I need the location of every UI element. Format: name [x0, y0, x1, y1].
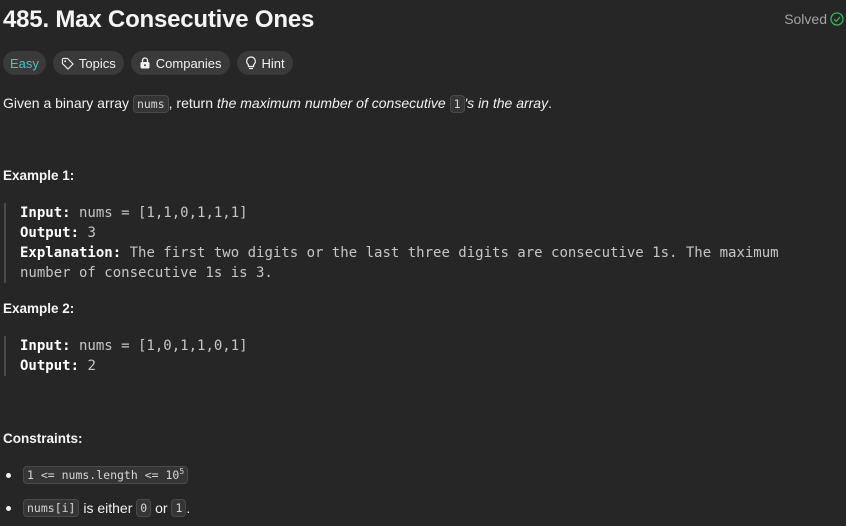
desc-text: Given a binary array	[3, 95, 133, 111]
constraint-text: is either	[79, 500, 137, 516]
superscript: 5	[179, 467, 185, 477]
constraint-code: nums[i]	[23, 499, 80, 517]
bullet	[6, 472, 11, 478]
example-2-heading: Example 2:	[3, 301, 75, 316]
topics-button[interactable]: Topics	[52, 51, 124, 75]
input-value: nums = [1,0,1,1,0,1]	[70, 338, 248, 354]
example-2-block: Input: nums = [1,0,1,1,0,1] Output: 2	[4, 336, 826, 376]
input-value: nums = [1,1,0,1,1,1]	[70, 205, 248, 221]
constraint-code: 1	[171, 499, 187, 517]
check-circle-icon	[830, 12, 844, 26]
example-2-output: Output: 2	[20, 356, 826, 376]
constraint-text: .	[186, 500, 191, 516]
problem-title: 485. Max Consecutive Ones	[3, 6, 315, 33]
constraint-item: 1 <= nums.length <= 105	[3, 466, 189, 484]
output-label: Output:	[20, 225, 80, 241]
inline-code: nums	[132, 95, 169, 113]
companies-label: Companies	[155, 55, 222, 71]
inline-code: 1	[449, 95, 465, 113]
constraint-item: nums[i] is either 0 or 1.	[3, 499, 190, 517]
output-value: 3	[79, 225, 96, 241]
topics-label: Topics	[78, 55, 116, 71]
example-1-block: Input: nums = [1,1,0,1,1,1] Output: 3 Ex…	[4, 203, 826, 283]
output-value: 2	[79, 358, 96, 374]
hint-label: Hint	[261, 55, 285, 71]
desc-emphasis: 's in the array	[464, 95, 549, 111]
desc-text: .	[548, 95, 552, 111]
example-1-heading: Example 1:	[3, 168, 75, 183]
input-label: Input:	[20, 338, 71, 354]
tag-row: Easy Topics Companies Hint	[3, 51, 293, 75]
lock-icon	[139, 57, 151, 69]
example-1-input: Input: nums = [1,1,0,1,1,1]	[20, 203, 826, 223]
constraint-code: 1 <= nums.length <= 105	[23, 466, 189, 484]
solved-label: Solved	[784, 11, 827, 27]
solved-status: Solved	[784, 11, 844, 27]
constraints-heading: Constraints:	[3, 431, 83, 446]
explanation-value: The first two digits or the last three d…	[20, 245, 779, 281]
companies-button[interactable]: Companies	[130, 51, 230, 75]
desc-text: , return	[168, 95, 217, 111]
example-1-output: Output: 3	[20, 223, 826, 243]
lightbulb-icon	[245, 56, 257, 70]
constraint-text: or	[151, 500, 172, 516]
tag-icon	[61, 57, 74, 70]
constraint-code: 0	[136, 499, 152, 517]
explanation-label: Explanation:	[20, 245, 122, 261]
bullet	[6, 505, 11, 511]
hint-button[interactable]: Hint	[236, 51, 293, 75]
example-2-input: Input: nums = [1,0,1,1,0,1]	[20, 336, 826, 356]
example-1-explanation: Explanation: The first two digits or the…	[20, 243, 826, 283]
problem-description: Given a binary array nums, return the ma…	[3, 93, 552, 114]
input-label: Input:	[20, 205, 71, 221]
constraint-code-text: 1 <= nums.length <= 10	[27, 468, 180, 482]
output-label: Output:	[20, 358, 80, 374]
desc-emphasis: the maximum number of consecutive	[216, 95, 450, 111]
difficulty-badge: Easy	[3, 51, 46, 75]
